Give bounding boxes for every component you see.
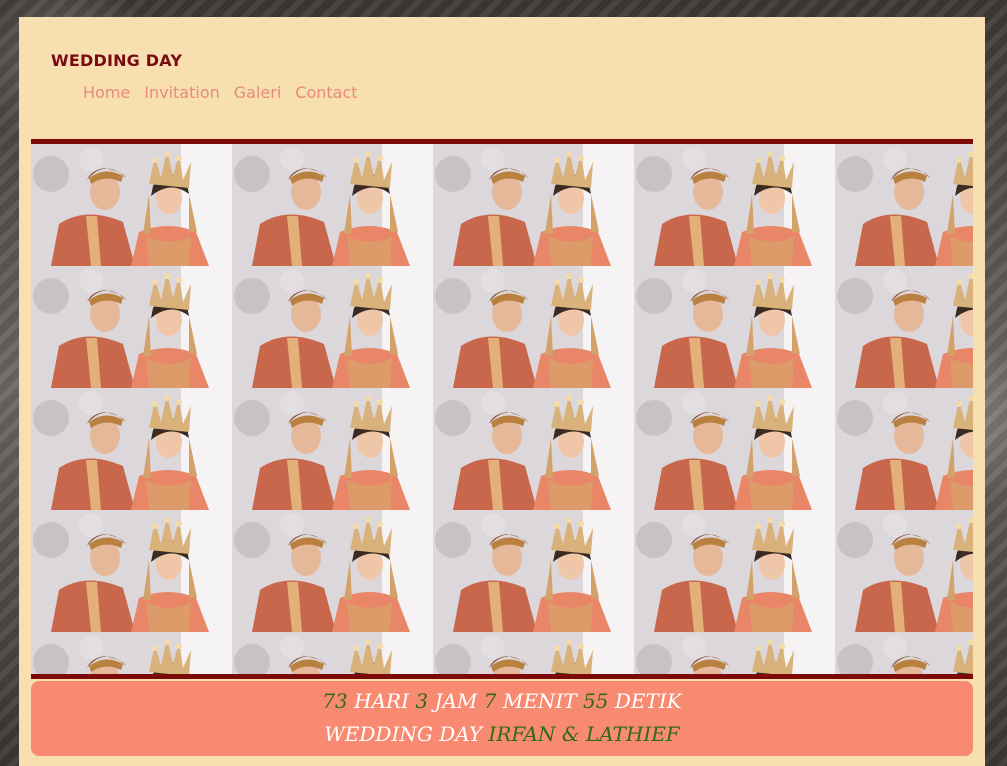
wedding-photo-tile	[433, 144, 634, 266]
nav-item-invitation: Invitation	[144, 83, 220, 102]
nav-item-galeri: Galeri	[234, 83, 282, 102]
couple-photo-image	[433, 266, 634, 388]
wedding-photo-tile	[433, 266, 634, 388]
wedding-photo-tile	[232, 632, 433, 674]
wedding-photo-tile	[835, 388, 973, 510]
page-container: WEDDING DAY Home Invitation Galeri Conta…	[19, 17, 985, 766]
nav-item-contact: Contact	[295, 83, 357, 102]
wedding-photo-tile	[634, 144, 835, 266]
countdown-timer: 73 HARI 3 JAM 7 MENIT 55 DETIK	[31, 685, 973, 718]
couple-photo-image	[835, 266, 973, 388]
couple-photo-image	[232, 632, 433, 674]
site-title: WEDDING DAY	[51, 51, 183, 70]
couple-photo-image	[31, 266, 232, 388]
couple-photo-image	[31, 388, 232, 510]
main-nav: Home Invitation Galeri Contact	[83, 83, 358, 102]
couple-photo-image	[634, 388, 835, 510]
hero-banner	[31, 139, 973, 679]
wedding-photo-tile	[31, 266, 232, 388]
wedding-photo-tile	[433, 632, 634, 674]
hero-photo-grid	[31, 144, 973, 674]
couple-photo-image	[634, 510, 835, 632]
couple-photo-image	[835, 388, 973, 510]
nav-link-galeri[interactable]: Galeri	[234, 83, 282, 102]
couple-photo-image	[433, 144, 634, 266]
couple-caption: WEDDING DAY IRFAN & LATHIEF	[31, 718, 973, 751]
couple-photo-image	[232, 266, 433, 388]
wedding-photo-tile	[31, 510, 232, 632]
wedding-photo-tile	[232, 266, 433, 388]
couple-photo-image	[31, 632, 232, 674]
wedding-photo-tile	[835, 632, 973, 674]
wedding-photo-tile	[31, 144, 232, 266]
countdown-banner: 73 HARI 3 JAM 7 MENIT 55 DETIK WEDDING D…	[31, 681, 973, 756]
wedding-photo-tile	[31, 632, 232, 674]
countdown-minutes-label: MENIT	[502, 689, 577, 713]
nav-link-invitation[interactable]: Invitation	[144, 83, 220, 102]
wedding-photo-tile	[634, 388, 835, 510]
wedding-photo-tile	[232, 388, 433, 510]
couple-names: IRFAN & LATHIEF	[488, 722, 680, 746]
wedding-photo-tile	[433, 510, 634, 632]
nav-item-home: Home	[83, 83, 130, 102]
wedding-photo-tile	[232, 144, 433, 266]
couple-photo-image	[835, 632, 973, 674]
countdown-hours: 3	[415, 689, 429, 713]
wedding-photo-tile	[232, 510, 433, 632]
wedding-photo-tile	[634, 266, 835, 388]
couple-photo-image	[433, 632, 634, 674]
countdown-seconds-label: DETIK	[614, 689, 682, 713]
couple-photo-image	[232, 388, 433, 510]
couple-photo-image	[433, 388, 634, 510]
couple-photo-image	[232, 144, 433, 266]
wedding-photo-tile	[433, 388, 634, 510]
wedding-photo-tile	[835, 266, 973, 388]
couple-photo-image	[634, 266, 835, 388]
couple-photo-image	[835, 510, 973, 632]
nav-link-contact[interactable]: Contact	[295, 83, 357, 102]
countdown-days: 73	[322, 689, 348, 713]
couple-photo-image	[31, 144, 232, 266]
nav-link-home[interactable]: Home	[83, 83, 130, 102]
countdown-minutes: 7	[483, 689, 497, 713]
couple-photo-image	[634, 632, 835, 674]
couple-photo-image	[835, 144, 973, 266]
countdown-seconds: 55	[583, 689, 609, 713]
countdown-days-label: HARI	[354, 689, 409, 713]
couple-photo-image	[31, 510, 232, 632]
wedding-photo-tile	[835, 510, 973, 632]
wedding-photo-tile	[634, 510, 835, 632]
countdown-hours-label: JAM	[434, 689, 478, 713]
wedding-photo-tile	[835, 144, 973, 266]
couple-photo-image	[232, 510, 433, 632]
event-label: WEDDING DAY	[324, 722, 483, 746]
wedding-photo-tile	[31, 388, 232, 510]
couple-photo-image	[634, 144, 835, 266]
couple-photo-image	[433, 510, 634, 632]
wedding-photo-tile	[634, 632, 835, 674]
